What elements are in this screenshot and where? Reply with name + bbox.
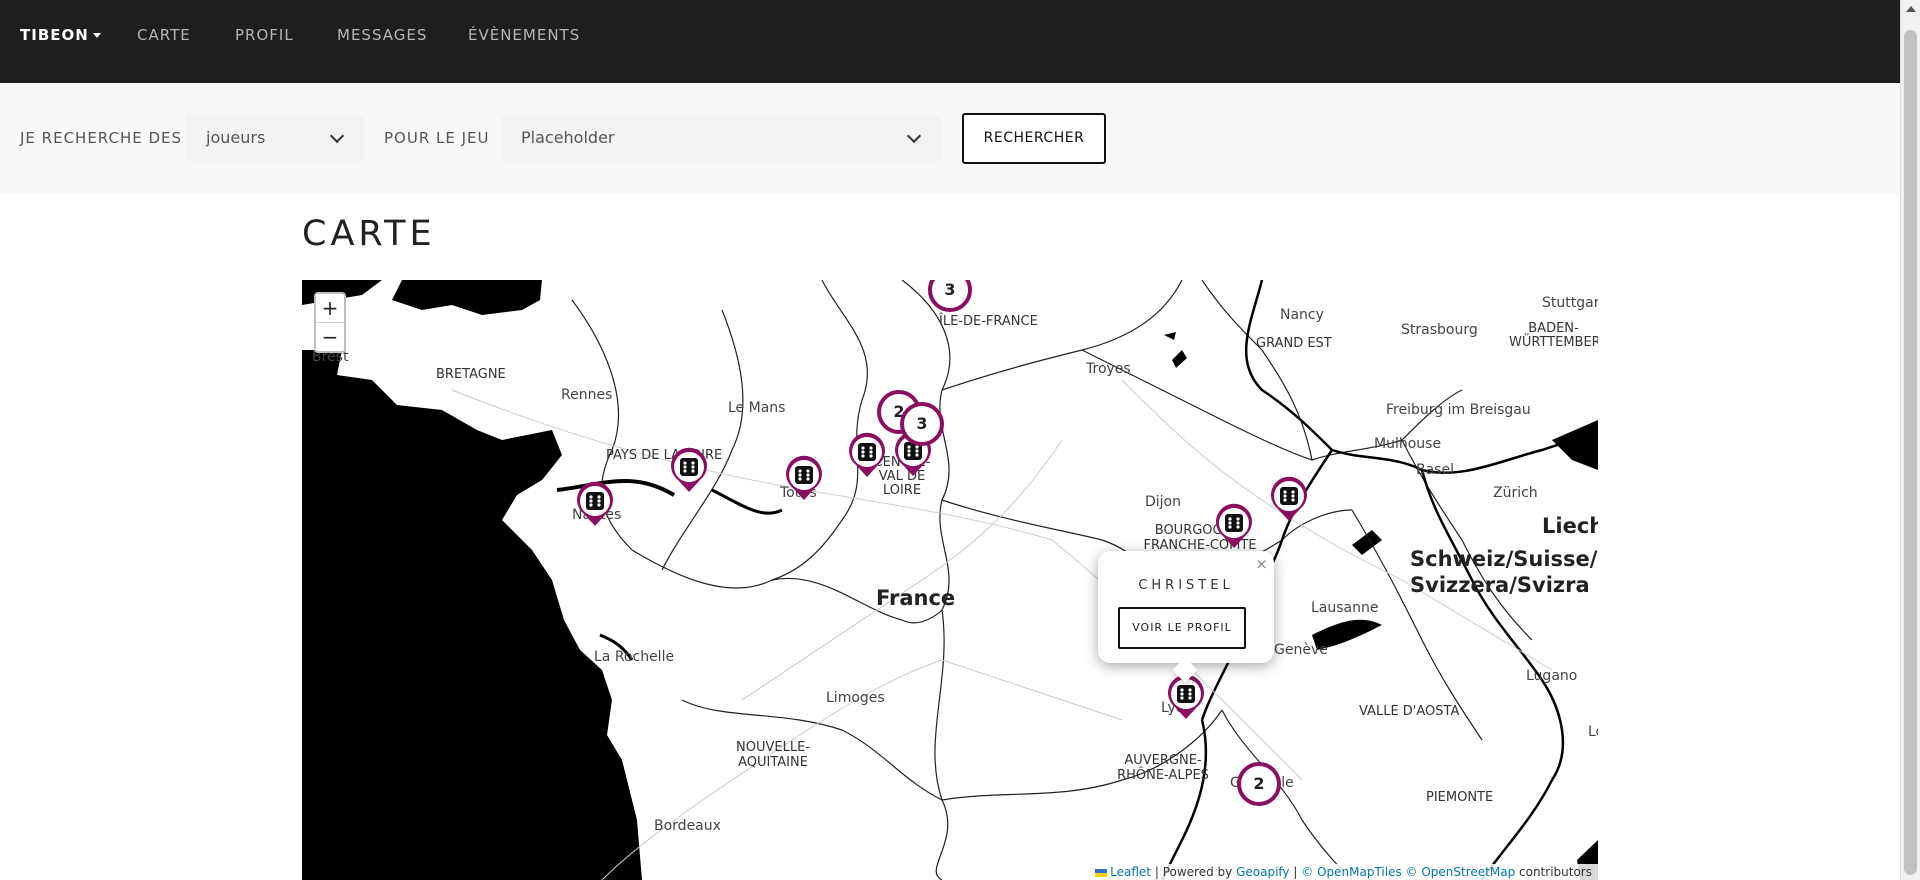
map-city-label: Basel [1416, 462, 1454, 478]
nav-item-evenements[interactable]: ÉVÈNEMENTS [468, 26, 580, 44]
map-city-label: Genève [1274, 642, 1328, 658]
nav-item-profil[interactable]: PROFIL [235, 26, 294, 44]
map-city-label: Lugano [1526, 668, 1578, 684]
chevron-down-icon [329, 128, 345, 144]
map-city-label: Freiburg im Breisgau [1386, 402, 1531, 418]
page-title: CARTE [302, 214, 436, 254]
map-region-label: GRAND EST [1256, 336, 1332, 351]
marker-cluster[interactable]: 2 [1237, 762, 1281, 806]
map-region-label: NOUVELLE-AQUITAINE [736, 740, 810, 770]
map-country-label: Schweiz/Suisse/ Svizzera/Svizra [1410, 547, 1598, 597]
map-city-label: Bordeaux [654, 818, 721, 834]
chevron-down-icon [906, 128, 922, 144]
game-marker-pin[interactable] [1214, 502, 1254, 550]
zoom-in-button[interactable]: + [316, 294, 344, 323]
map-region-label: ÎLE-DE-FRANCE [939, 314, 1038, 329]
map-region-label: PIEMONTE [1426, 790, 1494, 805]
map-city-label: Lo [1588, 724, 1598, 740]
game-marker-pin[interactable] [847, 431, 887, 479]
player-type-value: joueurs [206, 128, 266, 147]
brand-dropdown[interactable]: TIBEON [20, 26, 101, 44]
map-city-label: La Rochelle [594, 649, 675, 665]
map-country-label: France [876, 586, 956, 610]
top-navbar: TIBEON CARTE PROFIL MESSAGES ÉVÈNEMENTS [0, 0, 1900, 83]
map-city-label: Dijon [1145, 494, 1181, 510]
attribution-separator: | [1293, 865, 1298, 879]
search-button[interactable]: RECHERCHER [962, 113, 1106, 164]
map-city-label: Rennes [561, 387, 613, 403]
scroll-thumb[interactable] [1904, 30, 1917, 875]
search-type-label: JE RECHERCHE DES [20, 129, 183, 147]
map-region-label: BADEN-WÜRTTEMBERG [1509, 322, 1598, 350]
map-city-label: Strasbourg [1401, 322, 1478, 338]
view-profile-button[interactable]: VOIR LE PROFIL [1118, 607, 1246, 649]
map-zoom-control: + − [314, 292, 346, 353]
dice-icon [849, 432, 885, 477]
popup-user-name: CHRISTEL [1138, 578, 1234, 593]
attribution-text: | Powered by [1154, 865, 1233, 879]
page-scrollbar[interactable] [1900, 0, 1920, 880]
game-marker-pin[interactable] [669, 446, 709, 494]
game-marker-pin[interactable] [1269, 475, 1309, 523]
map-city-label: Mulhouse [1374, 436, 1442, 452]
profile-popup: × CHRISTEL VOIR LE PROFIL [1098, 551, 1274, 683]
dice-icon [1216, 503, 1252, 548]
caret-down-icon [92, 33, 101, 38]
openstreetmap-link[interactable]: © OpenStreetMap [1406, 865, 1516, 879]
dice-icon [786, 455, 822, 500]
map-city-label: Lausanne [1311, 600, 1379, 616]
map-city-label: Nancy [1280, 307, 1324, 323]
map-country-label: Liecht [1542, 514, 1598, 538]
zoom-out-button[interactable]: − [316, 323, 344, 351]
map-city-label: Zürich [1493, 485, 1538, 501]
game-select[interactable]: Placeholder [501, 115, 941, 161]
leaflet-link[interactable]: Leaflet [1110, 865, 1151, 879]
map-region-label: VALLE D'AOSTA [1359, 704, 1460, 719]
brand-label: TIBEON [20, 26, 89, 44]
ukraine-flag-icon [1095, 868, 1108, 877]
nav-item-carte[interactable]: CARTE [137, 26, 191, 44]
nav-item-messages[interactable]: MESSAGES [337, 26, 427, 44]
map-region-label: AUVERGNE-RHÔNE-ALPES [1117, 753, 1209, 783]
dice-icon [577, 481, 613, 526]
scroll-up-arrow-icon[interactable] [1906, 6, 1916, 12]
game-marker-pin[interactable] [575, 480, 615, 528]
map-city-label: Troyes [1086, 361, 1131, 377]
game-marker-pin[interactable] [784, 454, 824, 502]
map-city-label: Limoges [826, 690, 885, 706]
map-container[interactable]: Brest Rennes Le Mans Nantes Tours La Roc… [302, 280, 1598, 880]
attribution-contributors: contributors [1519, 865, 1592, 879]
game-label: POUR LE JEU [384, 129, 490, 147]
map-attribution: Leaflet | Powered by Geoapify | © OpenMa… [1089, 864, 1598, 880]
map-city-label: Le Mans [728, 400, 786, 416]
map-region-label: BRETAGNE [436, 367, 506, 382]
marker-cluster[interactable]: 3 [900, 402, 944, 446]
close-icon[interactable]: × [1255, 555, 1268, 573]
game-select-placeholder: Placeholder [521, 128, 615, 147]
player-type-select[interactable]: joueurs [186, 115, 364, 161]
dice-icon [671, 447, 707, 492]
dice-icon [1271, 476, 1307, 521]
map-city-label: Stuttgart [1542, 295, 1598, 311]
geoapify-link[interactable]: Geoapify [1236, 865, 1289, 879]
openmaptiles-link[interactable]: © OpenMapTiles [1301, 865, 1401, 879]
